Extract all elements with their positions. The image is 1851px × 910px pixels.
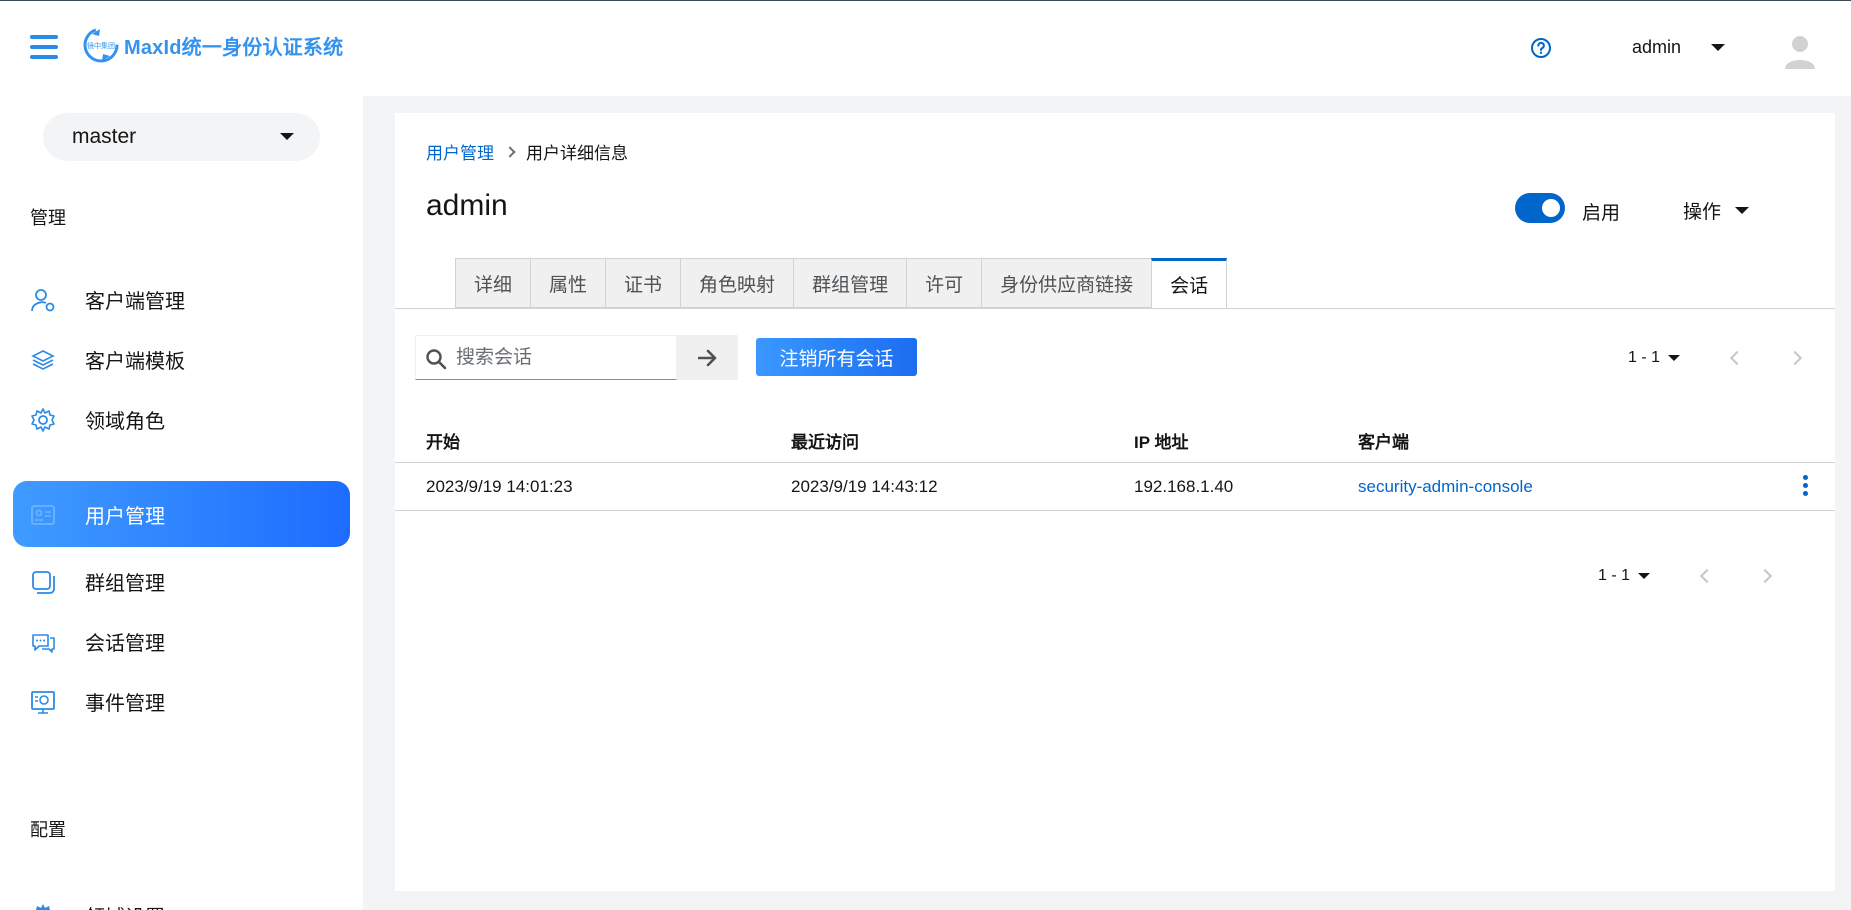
sidebar-item-label: 群组管理 (85, 572, 165, 595)
realm-name: master (72, 125, 137, 148)
cell-client-link[interactable]: security-admin-console (1358, 463, 1533, 510)
page-title: admin (426, 189, 508, 222)
avatar-icon[interactable] (1783, 33, 1817, 71)
tab-details[interactable]: 详细 (455, 258, 531, 308)
chevron-down-icon (1668, 355, 1681, 361)
help-icon[interactable] (1530, 37, 1552, 59)
chevron-down-icon (1638, 573, 1651, 579)
cell-last-access: 2023/9/19 14:43:12 (791, 476, 938, 496)
logo-mark-icon: 镜中集团 (83, 27, 119, 63)
search-input[interactable] (456, 346, 666, 369)
pagination-range: 1 - 1 (1628, 349, 1661, 366)
search-icon (426, 349, 447, 370)
table-row: 2023/9/19 14:01:23 2023/9/19 14:43:12 19… (395, 463, 1835, 511)
tab-consents[interactable]: 许可 (906, 258, 982, 308)
chevron-down-icon (280, 133, 294, 140)
tab-sessions[interactable]: 会话 (1151, 258, 1228, 308)
column-header-client[interactable]: 客户端 (1358, 418, 1409, 462)
row-actions-kebab-icon[interactable] (1800, 475, 1810, 499)
app-logo[interactable]: 镜中集团 MaxId统一身份认证系统 (82, 25, 343, 65)
chevron-down-icon (1711, 44, 1726, 51)
cell-start: 2023/9/19 14:01:23 (426, 476, 573, 496)
logout-all-sessions-button[interactable]: 注销所有会话 (756, 338, 917, 376)
realm-selector[interactable]: master (43, 113, 320, 161)
sidebar-item-groups[interactable]: 群组管理 (13, 548, 350, 614)
toggle-knob (1542, 199, 1560, 217)
sidebar-item-sessions[interactable]: 会话管理 (13, 608, 350, 674)
tab-credentials[interactable]: 证书 (605, 258, 681, 308)
tab-role-mapping[interactable]: 角色映射 (680, 258, 794, 308)
cog-icon (36, 904, 50, 910)
breadcrumb-current: 用户详细信息 (526, 144, 628, 163)
group-icon (32, 571, 55, 594)
cell-ip: 192.168.1.40 (1134, 476, 1234, 496)
app-title: MaxId统一身份认证系统 (124, 36, 344, 59)
sidebar-item-label: 客户端模板 (85, 350, 185, 373)
sidebar-item-label: 用户管理 (85, 505, 165, 528)
layers-icon (31, 350, 55, 370)
chevron-down-icon (1735, 207, 1750, 214)
sidebar-item-label: 领域角色 (85, 410, 165, 433)
pagination-count-toggle[interactable]: 1 - 1 (1598, 567, 1651, 585)
actions-label: 操作 (1683, 202, 1722, 223)
id-card-icon (31, 505, 55, 525)
tab-attributes[interactable]: 属性 (530, 258, 606, 308)
hamburger-menu-icon[interactable] (30, 35, 58, 61)
tab-bar: 详细 属性 证书 角色映射 群组管理 许可 身份供应商链接 会话 (455, 258, 1228, 308)
sidebar-item-label: 领域设置 (85, 901, 165, 910)
actions-dropdown[interactable]: 操作 (1683, 197, 1750, 224)
tab-identity-provider-links[interactable]: 身份供应商链接 (981, 258, 1152, 308)
sidebar-item-label: 会话管理 (85, 632, 165, 655)
sidebar-item-users[interactable]: 用户管理 (13, 481, 350, 547)
sidebar-item-realm-settings[interactable]: 领域设置 (13, 882, 350, 910)
pagination-bottom: 1 - 1 (1598, 567, 1773, 585)
user-dropdown[interactable]: admin (1632, 37, 1726, 58)
sidebar-item-client-templates[interactable]: 客户端模板 (13, 326, 350, 392)
sidebar-item-events[interactable]: 事件管理 (13, 668, 350, 734)
column-header-start[interactable]: 开始 (426, 418, 460, 462)
search-submit-button[interactable] (677, 335, 738, 380)
tabs-divider (395, 308, 1835, 309)
username-label: admin (1632, 37, 1682, 57)
sidebar-item-realm-roles[interactable]: 领域角色 (13, 386, 350, 452)
enabled-toggle[interactable] (1515, 193, 1565, 223)
gear-icon (31, 408, 55, 432)
arrow-right-icon (697, 349, 716, 366)
enabled-label: 启用 (1582, 203, 1621, 224)
sidebar-item-label: 客户端管理 (85, 290, 185, 313)
svg-text:镜中集团: 镜中集团 (87, 41, 115, 50)
sidebar-item-label: 事件管理 (85, 692, 165, 715)
pagination-top: 1 - 1 (1628, 349, 1803, 367)
masthead: 镜中集团 MaxId统一身份认证系统 admin (0, 1, 1851, 96)
pagination-count-toggle[interactable]: 1 - 1 (1628, 349, 1681, 367)
sessions-table: 开始 最近访问 IP 地址 客户端 2023/9/19 14:01:23 202… (395, 418, 1835, 511)
user-client-icon (31, 289, 55, 312)
chat-icon (32, 634, 55, 653)
search-field (415, 335, 677, 380)
sidebar: master 管理 客户端管理 客户端模板 领域角色 用户管理 群组管理 会话管… (0, 96, 363, 910)
next-page-icon[interactable] (1757, 568, 1773, 584)
section-manage-heading: 管理 (30, 208, 66, 228)
previous-page-icon[interactable] (1699, 568, 1715, 584)
column-header-last-access[interactable]: 最近访问 (791, 418, 859, 462)
breadcrumb: 用户管理 用户详细信息 (426, 139, 628, 164)
chevron-right-icon (504, 145, 516, 158)
event-icon (31, 691, 55, 714)
breadcrumb-users-link[interactable]: 用户管理 (426, 139, 494, 164)
tab-groups[interactable]: 群组管理 (793, 258, 907, 308)
table-header: 开始 最近访问 IP 地址 客户端 (395, 418, 1835, 463)
column-header-ip[interactable]: IP 地址 (1134, 418, 1188, 462)
user-detail-card: 用户管理 用户详细信息 admin 启用 操作 详细 属性 证书 角色映射 群组… (395, 113, 1835, 891)
section-config-heading: 配置 (30, 820, 66, 840)
sidebar-item-clients[interactable]: 客户端管理 (13, 266, 350, 332)
previous-page-icon[interactable] (1729, 350, 1745, 366)
pagination-range: 1 - 1 (1598, 567, 1631, 584)
next-page-icon[interactable] (1787, 350, 1803, 366)
